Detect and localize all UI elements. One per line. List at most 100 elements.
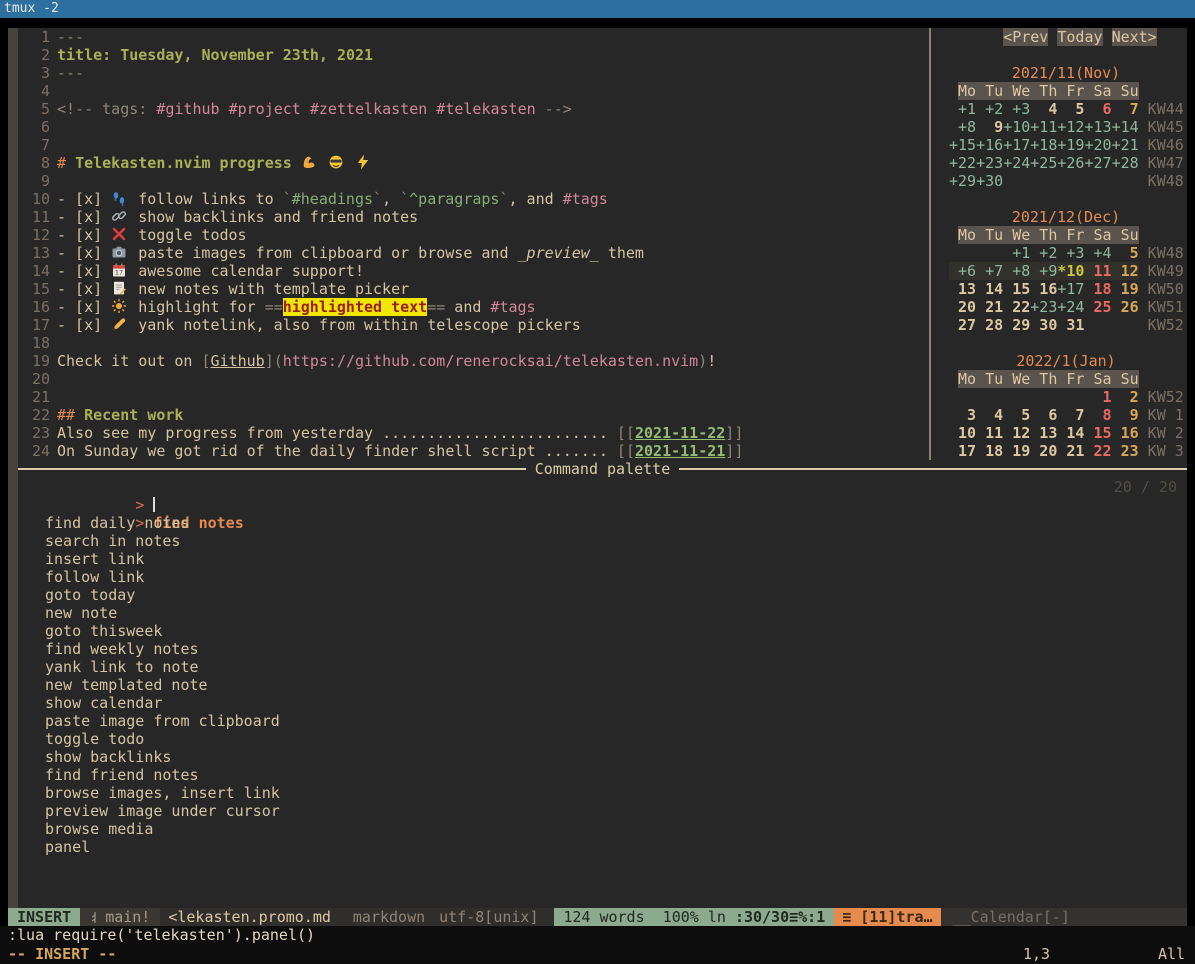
calendar-day[interactable]: 4: [1030, 100, 1057, 118]
calendar-day[interactable]: 13: [949, 280, 976, 298]
palette-item[interactable]: new templated note: [18, 676, 1187, 694]
calendar-day[interactable]: 22: [1003, 298, 1030, 316]
palette-item[interactable]: preview image under cursor: [18, 802, 1187, 820]
palette-item[interactable]: find friend notes: [18, 766, 1187, 784]
calendar-day[interactable]: +19: [1057, 136, 1084, 154]
calendar-day[interactable]: 19: [1003, 442, 1030, 460]
calendar-day[interactable]: 3: [949, 406, 976, 424]
ex-command[interactable]: :lua require('telekasten').panel(): [0, 926, 1195, 945]
calendar-day[interactable]: +17: [1003, 136, 1030, 154]
calendar-day[interactable]: 31: [1057, 316, 1084, 334]
editor-line[interactable]: 19Check it out on [Github](https://githu…: [18, 352, 929, 370]
calendar-day[interactable]: +26: [1057, 154, 1084, 172]
calendar-day[interactable]: +23: [976, 154, 1003, 172]
palette-item[interactable]: find weekly notes: [18, 640, 1187, 658]
editor-line[interactable]: 1---: [18, 28, 929, 46]
palette-item[interactable]: new note: [18, 604, 1187, 622]
calendar-day[interactable]: +15: [949, 136, 976, 154]
calendar-day[interactable]: +8: [949, 118, 976, 136]
calendar-day[interactable]: +17: [1057, 280, 1084, 298]
calendar-day[interactable]: +20: [1084, 136, 1111, 154]
palette-item[interactable]: goto today: [18, 586, 1187, 604]
calendar-day[interactable]: 9: [976, 118, 1003, 136]
calendar-day[interactable]: 18: [976, 442, 1003, 460]
editor-line[interactable]: 13- [x] paste images from clipboard or b…: [18, 244, 929, 262]
editor-line[interactable]: 6: [18, 118, 929, 136]
palette-item[interactable]: panel: [18, 838, 1187, 856]
calendar-day[interactable]: 18: [1084, 280, 1111, 298]
editor-line[interactable]: 17- [x] yank notelink, also from within …: [18, 316, 929, 334]
calendar-day[interactable]: 30: [1030, 316, 1057, 334]
editor-line[interactable]: 23Also see my progress from yesterday ..…: [18, 424, 929, 442]
markdown-buffer[interactable]: 1---2title: Tuesday, November 23th, 2021…: [18, 28, 929, 460]
editor-line[interactable]: 9: [18, 172, 929, 190]
next-button[interactable]: Next>: [1112, 28, 1157, 46]
calendar-day[interactable]: 12: [1112, 262, 1139, 280]
calendar-day[interactable]: 28: [976, 316, 1003, 334]
palette-item[interactable]: browse media: [18, 820, 1187, 838]
calendar-day[interactable]: +13: [1084, 118, 1111, 136]
calendar-day[interactable]: 1: [1084, 388, 1111, 406]
git-branch-segment[interactable]: main!: [80, 908, 160, 926]
palette-item[interactable]: goto thisweek: [18, 622, 1187, 640]
editor-line[interactable]: 16- [x] highlight for ==highlighted text…: [18, 298, 929, 316]
calendar-day[interactable]: +1: [949, 100, 976, 118]
calendar-day[interactable]: 19: [1112, 280, 1139, 298]
calendar-day[interactable]: +27: [1084, 154, 1111, 172]
editor-line[interactable]: 12- [x] toggle todos: [18, 226, 929, 244]
palette-item[interactable]: browse images, insert link: [18, 784, 1187, 802]
scrollbar-strip[interactable]: [8, 28, 18, 908]
palette-selected-item[interactable]: > find notes: [18, 496, 1187, 514]
calendar-day[interactable]: 7: [1112, 100, 1139, 118]
calendar-day[interactable]: 20: [1030, 442, 1057, 460]
calendar-day[interactable]: 6: [1030, 406, 1057, 424]
calendar-day[interactable]: +8: [1003, 262, 1030, 280]
calendar-day[interactable]: 11: [976, 424, 1003, 442]
calendar-day[interactable]: +24: [1057, 298, 1084, 316]
calendar-day[interactable]: +23: [1030, 298, 1057, 316]
palette-item[interactable]: toggle todo: [18, 730, 1187, 748]
palette-item[interactable]: show calendar: [18, 694, 1187, 712]
calendar-day[interactable]: +14: [1112, 118, 1139, 136]
calendar-day[interactable]: 9: [1112, 406, 1139, 424]
palette-item[interactable]: search in notes: [18, 532, 1187, 550]
calendar-day[interactable]: 21: [1057, 442, 1084, 460]
calendar-day[interactable]: +29: [949, 172, 976, 190]
calendar-day[interactable]: +1: [1003, 244, 1030, 262]
editor-line[interactable]: 7: [18, 136, 929, 154]
calendar-day[interactable]: 2: [1112, 388, 1139, 406]
calendar-day[interactable]: 15: [1003, 280, 1030, 298]
palette-item[interactable]: follow link: [18, 568, 1187, 586]
calendar-day[interactable]: +12: [1057, 118, 1084, 136]
palette-item[interactable]: find daily notes: [18, 514, 1187, 532]
calendar-day[interactable]: +18: [1030, 136, 1057, 154]
calendar-day[interactable]: 5: [1112, 244, 1139, 262]
calendar-day[interactable]: +25: [1030, 154, 1057, 172]
today-button[interactable]: Today: [1057, 28, 1102, 46]
calendar-day[interactable]: 13: [1030, 424, 1057, 442]
calendar-day[interactable]: 16: [1030, 280, 1057, 298]
editor-line[interactable]: 20: [18, 370, 929, 388]
calendar-day[interactable]: +2: [1030, 244, 1057, 262]
calendar-day[interactable]: +22: [949, 154, 976, 172]
editor-line[interactable]: 3---: [18, 64, 929, 82]
calendar-day[interactable]: 15: [1084, 424, 1111, 442]
calendar-day[interactable]: +21: [1112, 136, 1139, 154]
prev-button[interactable]: <Prev: [1003, 28, 1048, 46]
palette-item[interactable]: show backlinks: [18, 748, 1187, 766]
calendar-day[interactable]: 8: [1084, 406, 1111, 424]
calendar-day[interactable]: 17: [949, 442, 976, 460]
calendar-day[interactable]: +2: [976, 100, 1003, 118]
calendar-day[interactable]: +28: [1112, 154, 1139, 172]
calendar-day[interactable]: 6: [1084, 100, 1111, 118]
calendar-day[interactable]: 16: [1112, 424, 1139, 442]
editor-line[interactable]: 15- [x] new notes with template picker: [18, 280, 929, 298]
palette-item[interactable]: yank link to note: [18, 658, 1187, 676]
calendar-day[interactable]: +3: [1003, 100, 1030, 118]
calendar-day[interactable]: 29: [1003, 316, 1030, 334]
calendar-day[interactable]: +6: [949, 262, 976, 280]
editor-line[interactable]: 21: [18, 388, 929, 406]
palette-prompt-row[interactable]: > 20 / 20: [18, 478, 1187, 496]
editor-line[interactable]: 22## Recent work: [18, 406, 929, 424]
calendar-day[interactable]: 21: [976, 298, 1003, 316]
